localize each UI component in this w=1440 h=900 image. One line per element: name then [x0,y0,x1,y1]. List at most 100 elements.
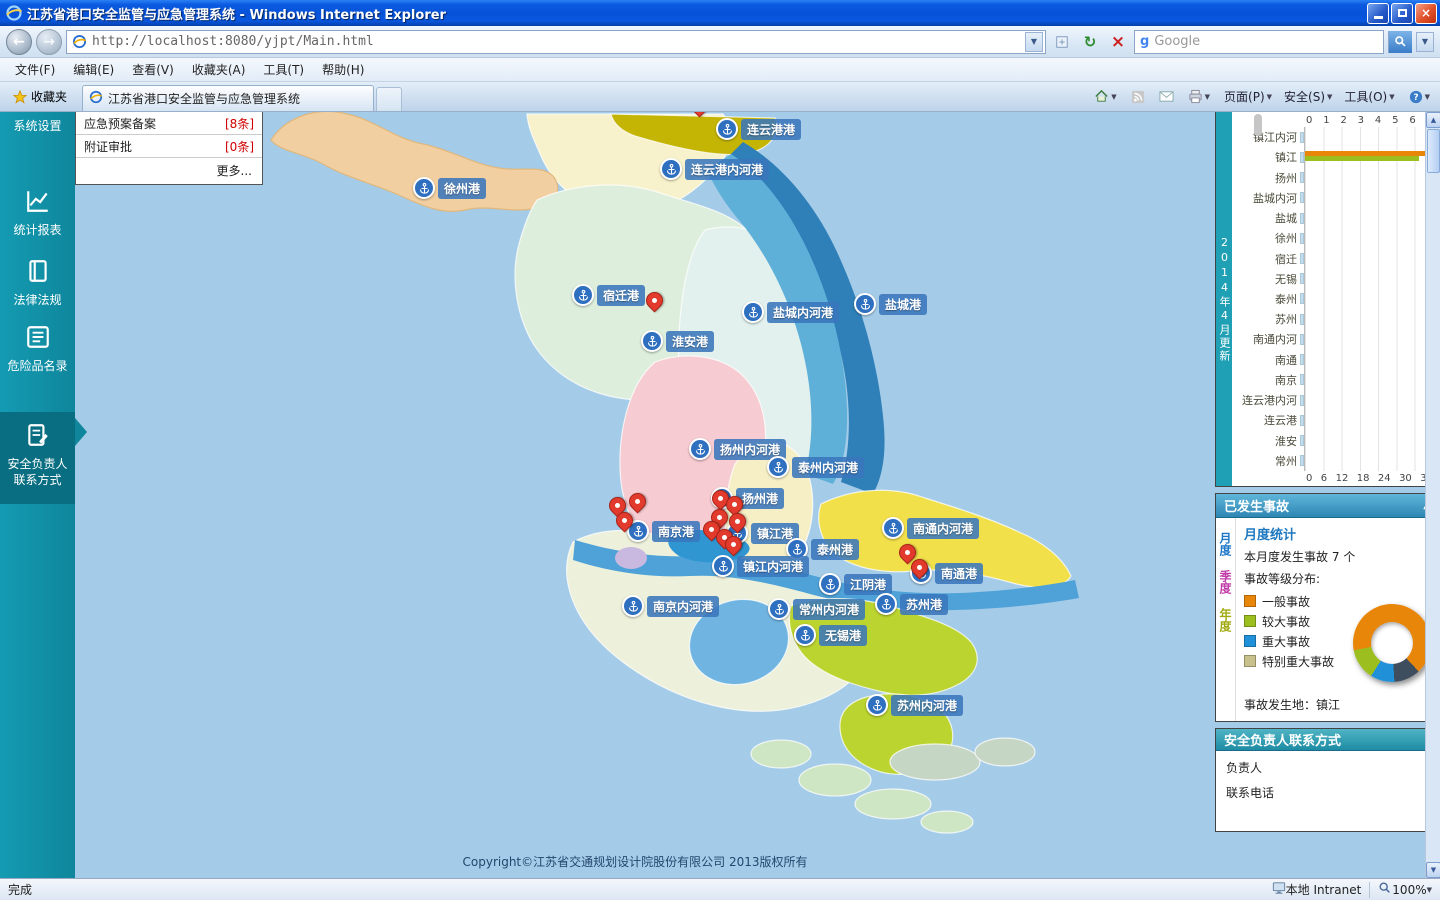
scroll-up-button[interactable]: ▲ [1426,112,1440,128]
address-field[interactable]: http://localhost:8080/yjpt/Main.html ▼ [66,29,1046,54]
sidebar-active-arrow [75,418,87,446]
feeds-button[interactable] [1125,86,1151,108]
menu-item[interactable]: 收藏夹(A) [183,58,255,81]
command-button[interactable]: 工具(O) ▼ [1338,84,1400,109]
accident-panel-title: 已发生事故 [1224,500,1290,515]
chart-row-plot [1304,288,1433,310]
quick-panel-more-link[interactable]: 更多... [76,158,262,184]
quick-panel-row[interactable]: 应急预案备案 [8条] [76,112,262,135]
chart-top-tick: 1 [1323,114,1330,126]
contact-icon [23,422,53,452]
tab-favicon-icon [89,90,103,107]
mail-button[interactable] [1153,85,1180,108]
help-button[interactable]: ? ▼ [1403,86,1436,108]
title-bar: 江苏省港口安全监管与应急管理系统 - Windows Internet Expl… [0,0,1440,26]
ie-logo-icon [6,5,23,21]
incident-pin-icon[interactable] [642,288,667,313]
contact-panel-title: 安全负责人联系方式 [1224,734,1342,749]
chart-bottom-tick: 6 [1320,472,1328,484]
chart-category-label: 南通 [1275,353,1297,367]
chart-category-label: 无锡 [1275,272,1297,286]
favorites-button[interactable]: 收藏夹 [4,83,76,110]
zoom-dropdown-caret[interactable]: ▼ [1427,886,1432,894]
refresh-button[interactable]: ↻ [1078,30,1102,54]
compatibility-view-button[interactable] [1050,30,1074,54]
menu-item[interactable]: 工具(T) [254,58,313,81]
quick-panel-row-value: [8条] [225,116,254,131]
home-button[interactable]: ▼ [1088,85,1122,108]
legend-label: 较大事故 [1262,614,1311,629]
stop-button[interactable]: × [1106,30,1130,54]
menu-item[interactable]: 帮助(H) [313,58,373,81]
menu-item[interactable]: 编辑(E) [64,58,123,81]
menu-item[interactable]: 查看(V) [123,58,183,81]
chart-category-label: 淮安 [1275,434,1297,448]
chart-row: 徐州 [1234,228,1433,249]
chart-row: 扬州 [1234,167,1433,188]
quick-panel-row[interactable]: 附证审批 [0条] [76,135,262,158]
minimize-button[interactable] [1367,2,1389,24]
legend-label: 重大事故 [1262,634,1311,649]
accident-section-title: 月度统计 [1244,528,1297,543]
search-button[interactable] [1388,30,1412,53]
scroll-down-button[interactable]: ▼ [1426,862,1440,878]
print-button[interactable]: ▼ [1182,85,1216,108]
chart-bottom-tick: 24 [1377,472,1391,484]
accident-tab-年度[interactable]: 年度 [1217,608,1234,632]
chart-row: 常州 [1234,450,1433,471]
contact-panel: 安全负责人联系方式 负责人 联系电话 [1215,728,1440,832]
window-title: 江苏省港口安全监管与应急管理系统 - Windows Internet Expl… [27,7,446,23]
favorites-label: 收藏夹 [31,90,68,104]
command-button[interactable]: 安全(S) ▼ [1278,84,1338,109]
contact-panel-header[interactable]: 安全负责人联系方式 [1216,729,1439,751]
chart-category-label: 南京 [1275,373,1297,387]
incident-pin-icon[interactable] [625,489,650,514]
maximize-button[interactable] [1391,2,1413,24]
forward-button[interactable]: → [36,28,62,55]
legend-label: 一般事故 [1262,594,1311,609]
chart-row-plot [1304,349,1433,370]
chart-scrollbar-thumb[interactable] [1254,114,1262,136]
vertical-scrollbar[interactable]: ▲ ▼ [1425,112,1440,878]
command-button[interactable]: 页面(P) ▼ [1218,84,1278,109]
chart-row: 苏州 [1234,309,1433,330]
sidebar-item-stats-report[interactable]: 统计报表 [0,188,75,238]
back-button[interactable]: ← [6,28,32,55]
address-dropdown-button[interactable]: ▼ [1025,31,1043,52]
incident-pin-icon[interactable] [687,112,712,118]
sidebar-item-safety-contact[interactable]: 安全负责人联系方式 [0,412,75,504]
legend-color-swatch [1244,615,1256,627]
accident-tabs: 月度 季度 年度 [1216,518,1236,721]
search-box[interactable]: g Google [1134,29,1384,54]
accident-summary: 本月度发生事故 7 个 [1244,550,1356,564]
zoom-icon[interactable] [1378,881,1392,898]
tab-main[interactable]: 江苏省港口安全监管与应急管理系统 [82,85,375,111]
chart-category-label: 苏州 [1275,313,1297,327]
security-zone: 本地 Intranet [1285,883,1362,897]
accident-tab-月度[interactable]: 月度 [1217,532,1234,556]
chart-row-plot [1304,430,1433,451]
chart-category-label: 连云港内河 [1242,394,1297,408]
chart-row-plot [1304,369,1433,391]
sidebar-item-system-settings[interactable]: 系统设置 [0,112,75,134]
close-button[interactable]: × [1415,2,1437,24]
search-dropdown-button[interactable]: ▼ [1416,31,1434,52]
scroll-thumb[interactable] [1427,129,1440,173]
chart-category-label: 连云港 [1264,414,1297,428]
new-tab-stub[interactable] [376,87,403,111]
chart-category-label: 盐城 [1275,212,1297,226]
menu-item[interactable]: 文件(F) [6,58,64,81]
accident-panel-header[interactable]: 已发生事故 ▲ [1216,494,1439,518]
accident-tab-季度[interactable]: 季度 [1217,570,1234,594]
sidebar-item-laws[interactable]: 法律法规 [0,258,75,308]
chart-category-label: 泰州 [1275,292,1297,306]
star-icon [12,89,28,104]
stats-chart-panel: 2014年4月更新 01234567 镇江内河镇江扬州盐城内河盐城徐州宿迁无锡泰… [1215,112,1440,487]
chart-update-label: 2014年4月更新 [1216,112,1232,486]
chart-row: 镇江 [1234,147,1433,168]
sidebar-item-dangerous-goods[interactable]: 危险品名录 [0,324,75,374]
zoom-level[interactable]: 100% [1392,883,1426,897]
command-text-buttons: 页面(P) ▼ 安全(S) ▼ 工具(O) ▼ [1218,84,1401,109]
chart-bottom-tick: 12 [1335,472,1349,484]
chart-top-tick: 0 [1306,114,1313,126]
